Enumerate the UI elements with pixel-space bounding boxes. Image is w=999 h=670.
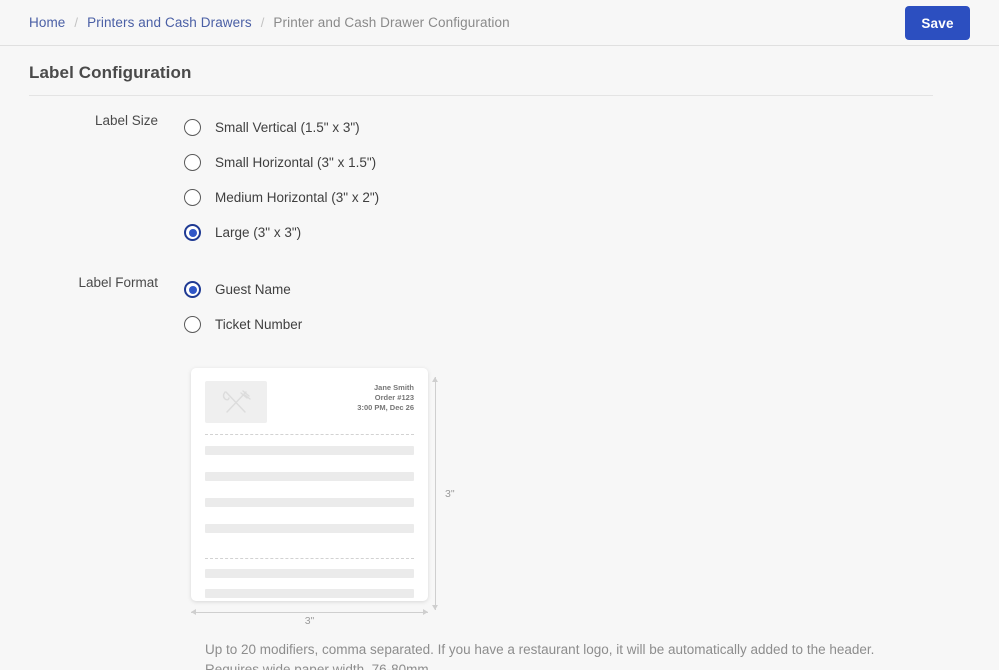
radio-option-small-vertical[interactable]: Small Vertical (1.5" x 3") bbox=[184, 110, 379, 145]
radio-option-guest-name[interactable]: Guest Name bbox=[184, 272, 302, 307]
radio-icon bbox=[184, 154, 201, 171]
radio-icon-selected bbox=[184, 224, 201, 241]
height-dimension-arrow bbox=[435, 377, 436, 610]
radio-label: Small Vertical (1.5" x 3") bbox=[215, 119, 360, 137]
radio-icon bbox=[184, 119, 201, 136]
radio-option-small-horizontal[interactable]: Small Horizontal (3" x 1.5") bbox=[184, 145, 379, 180]
width-dimension-label: 3" bbox=[191, 615, 428, 627]
radio-option-medium-horizontal[interactable]: Medium Horizontal (3" x 2") bbox=[184, 180, 379, 215]
timestamp-line: 3:00 PM, Dec 26 bbox=[357, 403, 414, 413]
radio-icon bbox=[184, 189, 201, 206]
fork-and-knife-icon bbox=[221, 389, 251, 415]
restaurant-logo-placeholder bbox=[205, 381, 267, 423]
height-dimension: 3" bbox=[435, 377, 475, 610]
placeholder-bar bbox=[205, 498, 414, 507]
radio-icon-selected bbox=[184, 281, 201, 298]
label-size-label: Label Size bbox=[29, 110, 184, 132]
label-format-label: Label Format bbox=[29, 272, 184, 294]
breadcrumb-item-current: Printer and Cash Drawer Configuration bbox=[273, 15, 509, 30]
radio-label: Large (3" x 3") bbox=[215, 224, 301, 242]
radio-option-large[interactable]: Large (3" x 3") bbox=[184, 215, 379, 250]
save-button[interactable]: Save bbox=[905, 6, 970, 40]
header-separator bbox=[205, 434, 414, 435]
page-title: Label Configuration bbox=[29, 46, 970, 95]
top-bar: Home / Printers and Cash Drawers / Print… bbox=[0, 0, 999, 46]
label-format-radio-group: Guest Name Ticket Number bbox=[184, 272, 302, 342]
width-dimension: 3" bbox=[191, 612, 428, 630]
label-preview: Jane Smith Order #123 3:00 PM, Dec 26 3 bbox=[184, 368, 484, 630]
radio-label: Ticket Number bbox=[215, 316, 302, 334]
label-preview-card: Jane Smith Order #123 3:00 PM, Dec 26 bbox=[191, 368, 428, 601]
placeholder-bar bbox=[205, 446, 414, 455]
radio-label: Small Horizontal (3" x 1.5") bbox=[215, 154, 376, 172]
order-number-line: Order #123 bbox=[357, 393, 414, 403]
footer-placeholder-group bbox=[205, 569, 414, 598]
label-preview-header: Jane Smith Order #123 3:00 PM, Dec 26 bbox=[205, 381, 414, 423]
radio-option-ticket-number[interactable]: Ticket Number bbox=[184, 307, 302, 342]
breadcrumb-separator: / bbox=[74, 15, 78, 30]
label-size-radio-group: Small Vertical (1.5" x 3") Small Horizon… bbox=[184, 110, 379, 250]
title-divider bbox=[29, 95, 933, 96]
placeholder-bar bbox=[205, 589, 414, 598]
placeholder-bar bbox=[205, 524, 414, 533]
width-dimension-arrow bbox=[191, 612, 428, 613]
height-dimension-label: 3" bbox=[445, 488, 455, 500]
placeholder-bar bbox=[205, 472, 414, 481]
label-size-row: Label Size Small Vertical (1.5" x 3") Sm… bbox=[29, 110, 970, 250]
page-content: Label Configuration Label Size Small Ver… bbox=[0, 46, 999, 670]
label-preview-header-text: Jane Smith Order #123 3:00 PM, Dec 26 bbox=[357, 381, 414, 413]
radio-icon bbox=[184, 316, 201, 333]
item-placeholder-group bbox=[205, 446, 414, 533]
footer-separator bbox=[205, 558, 414, 559]
placeholder-bar bbox=[205, 569, 414, 578]
breadcrumb-item-home[interactable]: Home bbox=[29, 15, 65, 30]
radio-label: Medium Horizontal (3" x 2") bbox=[215, 189, 379, 207]
breadcrumb-separator: / bbox=[261, 15, 265, 30]
radio-label: Guest Name bbox=[215, 281, 291, 299]
help-text: Up to 20 modifiers, comma separated. If … bbox=[205, 640, 925, 670]
label-format-row: Label Format Guest Name Ticket Number bbox=[29, 272, 970, 342]
guest-name-line: Jane Smith bbox=[357, 383, 414, 393]
breadcrumb: Home / Printers and Cash Drawers / Print… bbox=[29, 15, 510, 30]
breadcrumb-item-printers-and-cash-drawers[interactable]: Printers and Cash Drawers bbox=[87, 15, 252, 30]
